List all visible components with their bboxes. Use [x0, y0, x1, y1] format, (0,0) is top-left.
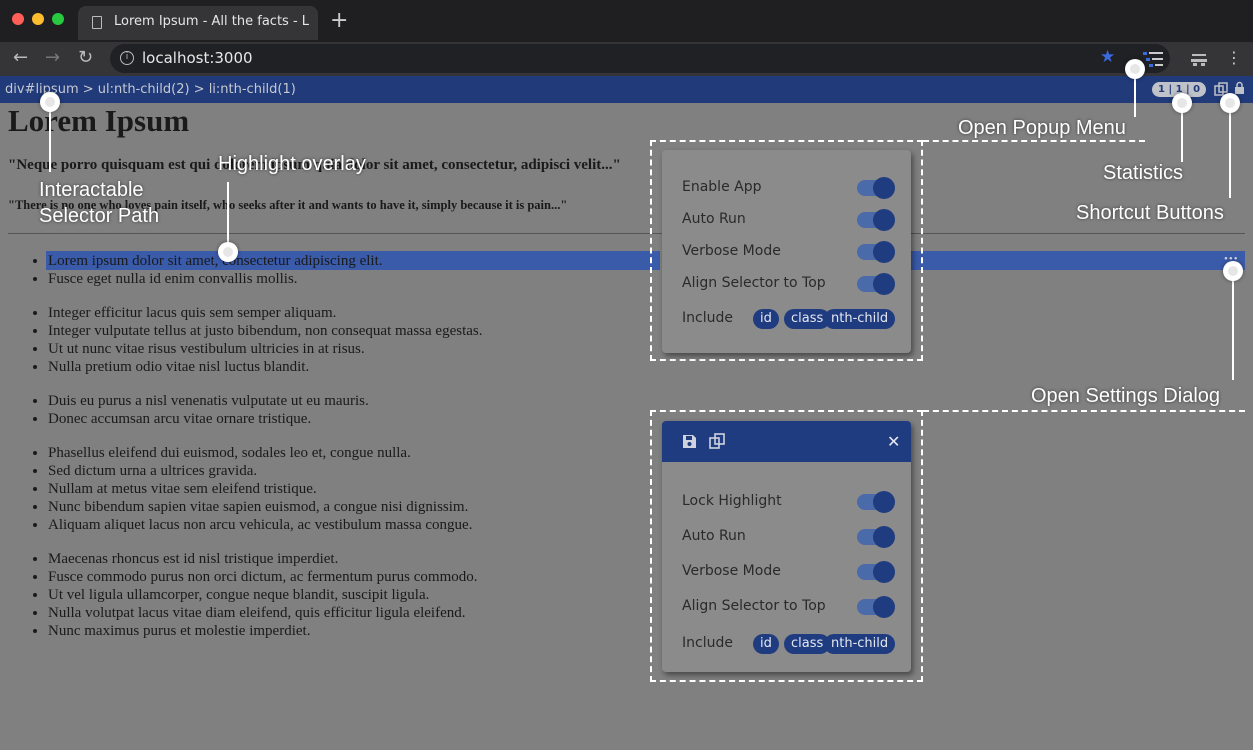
include-label: Include [682, 635, 733, 651]
callout-line [227, 182, 229, 246]
toggle-label: Verbose Mode [682, 243, 781, 259]
reload-button[interactable]: ↻ [78, 47, 93, 68]
list-item[interactable]: Ut ut nunc vitae risus vestibulum ultric… [48, 340, 482, 358]
callout-highlight-overlay: Highlight overlay [218, 153, 366, 175]
callout-selector-path: Selector Path [39, 205, 160, 227]
tab-title: Lorem Ipsum - All the facts - Lipsum gen… [114, 14, 309, 29]
list-item[interactable]: Sed dictum urna a ultrices gravida. [48, 462, 472, 480]
list-item[interactable]: Nunc maximus purus et molestie imperdiet… [48, 622, 478, 640]
selector-bar: div#lipsum > ul:nth-child(2) > li:nth-ch… [0, 76, 1253, 103]
list-item[interactable]: Donec accumsan arcu vitae ornare tristiq… [48, 410, 369, 428]
extension-popup-icon[interactable] [1143, 50, 1163, 68]
list-group-5: Maecenas rhoncus est id nisl tristique i… [48, 550, 478, 640]
callout-statistics: Statistics [1103, 162, 1184, 184]
list-item[interactable]: Duis eu purus a nisl venenatis vulputate… [48, 392, 369, 410]
callout-dot [1220, 93, 1240, 113]
auto-run-toggle[interactable] [857, 526, 895, 548]
list-item[interactable]: Lorem ipsum dolor sit amet, consectetur … [48, 252, 383, 270]
toggle-label: Enable App [682, 179, 762, 195]
list-group-4: Phasellus eleifend dui euismod, sodales … [48, 444, 472, 534]
address-bar[interactable]: i localhost:3000 ★ [110, 44, 1170, 73]
lock-highlight-toggle[interactable] [857, 491, 895, 513]
save-icon[interactable] [682, 434, 697, 449]
list-item[interactable]: Fusce eget nulla id enim convallis molli… [48, 270, 383, 288]
callout-dot [1223, 261, 1243, 281]
callout-line [1229, 106, 1231, 198]
include-label: Include [682, 310, 733, 326]
list-item[interactable]: Integer efficitur lacus quis sem semper … [48, 304, 482, 322]
list-item[interactable]: Aliquam aliquet lacus non arcu vehicula,… [48, 516, 472, 534]
dialog-header: ✕ [662, 421, 911, 462]
callout-dot [1172, 93, 1192, 113]
divider [8, 233, 1245, 234]
list-group-2: Integer efficitur lacus quis sem semper … [48, 304, 482, 376]
bookmark-star-icon[interactable]: ★ [1100, 47, 1115, 67]
settings-dialog: ✕ Lock Highlight Auto Run Verbose Mode A… [662, 421, 911, 672]
callout-open-settings-dialog: Open Settings Dialog [1031, 385, 1221, 407]
page-title: Lorem Ipsum [8, 103, 190, 138]
close-window-button[interactable] [12, 13, 24, 25]
list-item[interactable]: Nunc bibendum sapien vitae sapien euismo… [48, 498, 472, 516]
info-icon[interactable]: i [120, 51, 134, 65]
callout-line [49, 106, 51, 172]
url-text: localhost:3000 [142, 49, 253, 67]
callout-dot [1125, 59, 1145, 79]
close-icon[interactable]: ✕ [887, 432, 900, 451]
chip-nth-child[interactable]: nth-child [824, 309, 896, 329]
list-item[interactable]: Nulla pretium odio vitae nisl luctus bla… [48, 358, 482, 376]
new-tab-button[interactable]: + [330, 10, 348, 32]
lock-icon[interactable] [1234, 81, 1245, 95]
forward-button[interactable]: → [45, 47, 60, 68]
browser-menu-button[interactable]: ⋮ [1226, 48, 1242, 67]
verbose-mode-toggle[interactable] [857, 561, 895, 583]
highlight-overlay-right[interactable] [910, 251, 1245, 270]
toggle-label: Align Selector to Top [682, 275, 826, 291]
callout-line [923, 140, 1145, 142]
callout-line [923, 410, 1245, 412]
callout-dot [218, 242, 238, 262]
callout-shortcut-buttons: Shortcut Buttons [1076, 202, 1224, 224]
popup-menu: Enable App Auto Run Verbose Mode Align S… [662, 150, 911, 353]
list-item[interactable]: Nullam at metus vitae sem eleifend trist… [48, 480, 472, 498]
list-item[interactable]: Integer vulputate tellus at justo bibend… [48, 322, 482, 340]
tab-bar: Lorem Ipsum - All the facts - Lipsum gen… [0, 0, 1253, 42]
toggle-label: Lock Highlight [682, 493, 782, 509]
copy-icon[interactable] [709, 433, 725, 449]
chip-nth-child[interactable]: nth-child [824, 634, 896, 654]
list-group-3: Duis eu purus a nisl venenatis vulputate… [48, 392, 369, 428]
browser-toolbar: ← → ↻ i localhost:3000 ★ ⋮ [0, 42, 1253, 76]
toggle-label: Auto Run [682, 528, 746, 544]
page-content: Lorem Ipsum "Neque porro quisquam est qu… [0, 103, 1253, 750]
browser-tab[interactable]: Lorem Ipsum - All the facts - Lipsum gen… [78, 6, 318, 40]
callout-interactable: Interactable [39, 179, 144, 201]
callout-dot [40, 92, 60, 112]
back-button[interactable]: ← [13, 47, 28, 68]
verbose-mode-toggle[interactable] [857, 241, 895, 263]
list-item[interactable]: Nulla volutpat lacus vitae diam eleifend… [48, 604, 478, 622]
minimize-window-button[interactable] [32, 13, 44, 25]
align-selector-toggle[interactable] [857, 273, 895, 295]
list-item[interactable]: Maecenas rhoncus est id nisl tristique i… [48, 550, 478, 568]
list-item[interactable]: Ut vel ligula ullamcorper, congue neque … [48, 586, 478, 604]
enable-app-toggle[interactable] [857, 177, 895, 199]
maximize-window-button[interactable] [52, 13, 64, 25]
chip-id[interactable]: id [753, 634, 779, 654]
callout-open-popup-menu: Open Popup Menu [958, 117, 1126, 139]
chip-id[interactable]: id [753, 309, 779, 329]
toggle-label: Auto Run [682, 211, 746, 227]
list-item[interactable]: Fusce commodo purus non orci dictum, ac … [48, 568, 478, 586]
extension-icon[interactable] [1190, 50, 1208, 68]
list-item[interactable]: Phasellus eleifend dui euismod, sodales … [48, 444, 472, 462]
auto-run-toggle[interactable] [857, 209, 895, 231]
document-icon [92, 16, 102, 29]
list-group-1: Lorem ipsum dolor sit amet, consectetur … [48, 252, 383, 288]
align-selector-toggle[interactable] [857, 596, 895, 618]
toggle-label: Align Selector to Top [682, 598, 826, 614]
toggle-label: Verbose Mode [682, 563, 781, 579]
callout-line [1181, 106, 1183, 162]
callout-line [1232, 274, 1234, 380]
